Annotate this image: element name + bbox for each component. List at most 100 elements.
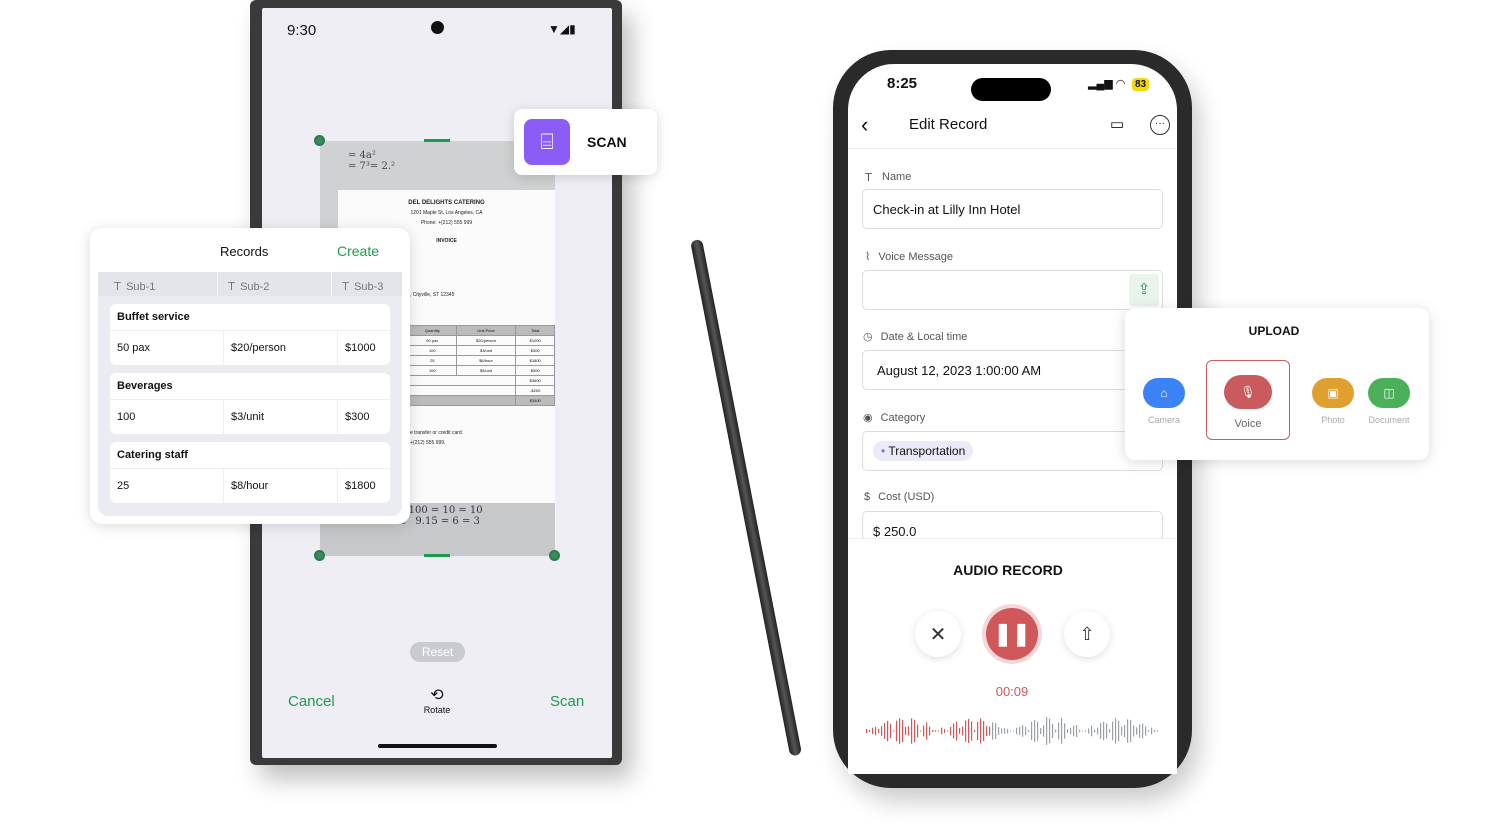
waveform-bar bbox=[1073, 725, 1075, 737]
waveform-bar bbox=[941, 727, 943, 735]
waveform-bar bbox=[995, 722, 997, 740]
waveform-bar bbox=[923, 725, 925, 737]
waveform-bar bbox=[866, 729, 868, 733]
home-indicator bbox=[378, 744, 497, 748]
rotate-button[interactable]: ⟲ Rotate bbox=[420, 685, 454, 715]
invoice-note: +(212) 555 999. bbox=[410, 440, 446, 446]
name-label: Ｔ Name bbox=[863, 171, 912, 184]
voice-label: Voice bbox=[1234, 418, 1262, 430]
status-time: 8:25 bbox=[887, 75, 918, 92]
waveform-bar bbox=[1025, 726, 1027, 736]
voice-input[interactable] bbox=[862, 270, 1163, 310]
waveform-bar bbox=[1109, 729, 1111, 733]
waveform-bar bbox=[989, 726, 991, 736]
waveform-bar bbox=[1001, 728, 1003, 734]
waveform-bar bbox=[998, 726, 1000, 736]
waveform-bar bbox=[1100, 723, 1102, 739]
waveform-bar bbox=[950, 726, 952, 736]
crop-handle[interactable] bbox=[314, 550, 325, 561]
category-chip[interactable]: • Transportation bbox=[873, 441, 974, 461]
waveform-bar bbox=[1076, 725, 1078, 737]
waveform-bar bbox=[1070, 727, 1072, 735]
status-icons: ▂▄▆ ◠ bbox=[1088, 78, 1126, 90]
waveform-bar bbox=[1139, 724, 1141, 738]
back-icon[interactable]: ‹ bbox=[861, 112, 868, 138]
waveform-bar bbox=[1115, 718, 1117, 744]
microphone-icon[interactable]: 🎙 bbox=[1224, 375, 1272, 409]
waveform-bar bbox=[1082, 730, 1084, 732]
crop-handle[interactable] bbox=[549, 550, 560, 561]
waveform-bar bbox=[1127, 719, 1129, 743]
category-input[interactable]: • Transportation bbox=[862, 431, 1163, 471]
dynamic-island bbox=[971, 78, 1051, 101]
waveform-bar bbox=[1037, 721, 1039, 741]
records-card: Records Create Ｔ Sub-1 Ｔ Sub-2 Ｔ Sub-3 B… bbox=[90, 228, 410, 524]
waveform-bar bbox=[1094, 729, 1096, 733]
waveform-bar bbox=[1055, 729, 1057, 733]
waveform-bar bbox=[1145, 726, 1147, 736]
waveform-bar bbox=[968, 718, 970, 744]
waveform-bar bbox=[1058, 722, 1060, 740]
invoice-company: DEL DELIGHTS CATERING bbox=[408, 200, 485, 206]
waveform-bar bbox=[1151, 727, 1153, 735]
record-group[interactable]: Beverages 100 $3/unit $300 bbox=[110, 373, 390, 434]
waveform-bar bbox=[1034, 720, 1036, 742]
waveform-bar bbox=[1028, 730, 1030, 732]
waveform-bar bbox=[977, 722, 979, 740]
comment-icon[interactable]: ▭ bbox=[1110, 115, 1124, 133]
waveform-bar bbox=[926, 722, 928, 740]
camera-hole bbox=[431, 21, 444, 34]
photo-icon[interactable]: ▣ bbox=[1312, 378, 1354, 408]
cancel-button[interactable]: Cancel bbox=[288, 693, 335, 710]
upload-title: UPLOAD bbox=[1248, 324, 1300, 338]
create-button[interactable]: Create bbox=[337, 243, 379, 259]
waveform-bar bbox=[1121, 726, 1123, 736]
pause-button[interactable]: ❚❚ bbox=[982, 604, 1042, 664]
column-header[interactable]: Ｔ Sub-3 bbox=[332, 272, 391, 296]
waveform-bar bbox=[1112, 721, 1114, 741]
name-input[interactable]: Check-in at Lilly Inn Hotel bbox=[862, 189, 1163, 229]
record-group[interactable]: Buffet service 50 pax $20/person $1000 bbox=[110, 304, 390, 365]
handwriting: = 4a² = 7³= 2.² bbox=[348, 150, 396, 172]
waveform bbox=[866, 717, 1159, 745]
date-input[interactable]: August 12, 2023 1:00:00 AM bbox=[862, 350, 1163, 390]
battery-indicator: 83 bbox=[1132, 78, 1150, 91]
photo-label: Photo bbox=[1321, 415, 1345, 425]
share-icon[interactable]: ⇧ bbox=[1064, 611, 1110, 657]
crop-edge-handle[interactable] bbox=[424, 554, 450, 557]
waveform-bar bbox=[962, 726, 964, 736]
upload-popup: UPLOAD ⌂ Camera 🎙 Voice ▣ Photo ◫ Docume… bbox=[1125, 308, 1429, 460]
more-icon[interactable]: ··· bbox=[1150, 115, 1170, 135]
waveform-bar bbox=[1097, 727, 1099, 735]
reset-button[interactable]: Reset bbox=[410, 642, 465, 662]
crop-handle[interactable] bbox=[314, 135, 325, 146]
upload-icon[interactable]: ⇪ bbox=[1129, 274, 1159, 306]
record-timer: 00:09 bbox=[995, 684, 1029, 699]
waveform-bar bbox=[902, 719, 904, 743]
waveform-bar bbox=[899, 718, 901, 744]
crop-edge-handle[interactable] bbox=[424, 139, 450, 142]
document-icon[interactable]: ◫ bbox=[1368, 378, 1410, 408]
column-header[interactable]: Ｔ Sub-1 bbox=[98, 272, 218, 296]
waveform-bar bbox=[1157, 730, 1159, 732]
close-icon[interactable]: ✕ bbox=[915, 611, 961, 657]
waveform-bar bbox=[1010, 730, 1012, 732]
record-group[interactable]: Catering staff 25 $8/hour $1800 bbox=[110, 442, 390, 503]
waveform-bar bbox=[974, 730, 976, 732]
stylus-pen bbox=[690, 238, 803, 757]
camera-icon[interactable]: ⌂ bbox=[1143, 378, 1185, 408]
scan-icon: ⌸ bbox=[524, 119, 570, 165]
column-header[interactable]: Ｔ Sub-2 bbox=[218, 272, 332, 296]
waveform-bar bbox=[887, 720, 889, 742]
waveform-bar bbox=[1019, 726, 1021, 736]
waveform-bar bbox=[929, 726, 931, 736]
waveform-bar bbox=[905, 726, 907, 736]
dollar-icon: $ bbox=[864, 491, 871, 503]
waveform-bar bbox=[1004, 728, 1006, 734]
cost-input[interactable]: $ 250.0 bbox=[862, 511, 1163, 541]
waveform-bar bbox=[1133, 725, 1135, 737]
scan-button[interactable]: Scan bbox=[550, 693, 584, 710]
waveform-bar bbox=[1067, 729, 1069, 733]
waveform-bar bbox=[872, 727, 874, 735]
waveform-bar bbox=[1061, 718, 1063, 744]
